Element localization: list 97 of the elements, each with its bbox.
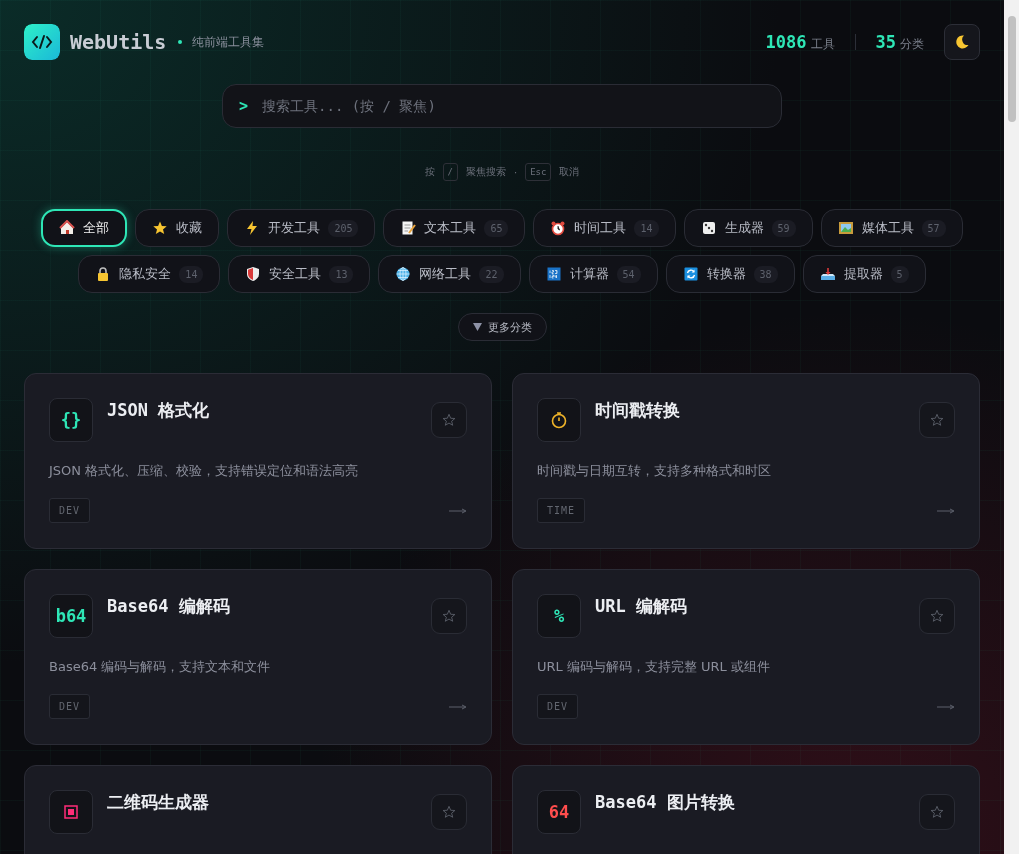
- tool-tag: DEV: [537, 694, 579, 719]
- category-chip[interactable]: 全部: [41, 209, 128, 247]
- number-grid-icon: [545, 266, 562, 282]
- category-chip[interactable]: 隐私安全 14: [78, 255, 221, 293]
- framed-picture-icon: [837, 220, 854, 236]
- count-badge: 38: [753, 265, 778, 283]
- stat-label: 分类: [900, 35, 924, 53]
- count-badge: 14: [179, 265, 204, 283]
- star-icon: [442, 609, 456, 623]
- category-chip[interactable]: 安全工具 13: [228, 255, 371, 293]
- count-badge: 22: [479, 265, 504, 283]
- refresh-icon: [682, 266, 699, 282]
- die-icon: [700, 220, 717, 236]
- caret-icon: [472, 323, 482, 331]
- favorite-button[interactable]: [919, 402, 955, 438]
- globe-icon: [395, 266, 412, 282]
- more-categories-button[interactable]: 更多分类: [457, 313, 547, 341]
- category-chip[interactable]: 开发工具 205: [227, 209, 376, 247]
- tool-description: URL 编码与解码，支持完整 URL 或组件: [537, 658, 771, 676]
- favorite-button[interactable]: [431, 794, 467, 830]
- hint-text: 取消: [559, 165, 580, 179]
- tool-card[interactable]: 时间戳转换 时间戳与日期互转，支持多种格式和时区 TIME: [512, 373, 980, 549]
- count-badge: 59: [771, 219, 796, 237]
- tool-card[interactable]: b64 Base64 编解码 Base64 编码与解码，支持文本和文件 DEV: [24, 569, 492, 745]
- code-icon: %: [537, 594, 581, 638]
- tool-title: 时间戳转换: [595, 399, 681, 422]
- stat-value: 1086: [765, 31, 807, 52]
- category-chip[interactable]: 计算器 54: [528, 255, 658, 293]
- favorite-button[interactable]: [431, 598, 467, 634]
- tool-card[interactable]: 64 Base64 图片转换: [512, 765, 980, 854]
- prompt-symbol: >: [239, 97, 249, 115]
- inbox-tray-icon: [819, 266, 836, 282]
- app-title: WebUtils: [70, 30, 167, 54]
- arrow-icon: [937, 703, 955, 710]
- alarm-clock-icon: [550, 220, 567, 236]
- count-badge: 13: [329, 265, 354, 283]
- shield-icon: [245, 266, 262, 282]
- star-icon: [930, 609, 944, 623]
- scrollbar[interactable]: [1004, 0, 1019, 854]
- count-badge: 57: [921, 219, 946, 237]
- hint-text: 聚焦搜索: [466, 165, 506, 179]
- code-logo-icon: [24, 24, 60, 60]
- star-icon: [442, 413, 456, 427]
- hint-text: ·: [514, 166, 518, 178]
- tool-title: URL 编解码: [595, 595, 688, 618]
- house-icon: [59, 220, 76, 236]
- memo-icon: [400, 220, 417, 236]
- arrow-icon: [937, 507, 955, 514]
- dot-icon: [178, 40, 183, 44]
- category-chip[interactable]: 网络工具 22: [378, 255, 521, 293]
- count-badge: 54: [616, 265, 641, 283]
- code-icon: 64: [537, 790, 581, 834]
- arrow-icon: [449, 507, 467, 514]
- star-icon: [930, 413, 944, 427]
- tool-card[interactable]: {} JSON 格式化 JSON 格式化、压缩、校验，支持错误定位和语法高亮 DEV: [24, 373, 492, 549]
- tool-tag: TIME: [537, 498, 586, 523]
- app-subtitle: 纯前端工具集: [192, 33, 265, 51]
- search-input[interactable]: 搜索工具... (按 / 聚焦): [260, 97, 765, 115]
- favorite-button[interactable]: [919, 598, 955, 634]
- category-chip[interactable]: 转换器 38: [665, 255, 795, 293]
- tool-description: JSON 格式化、压缩、校验，支持错误定位和语法高亮: [49, 462, 360, 480]
- category-chip[interactable]: 收藏: [135, 209, 220, 247]
- tool-card[interactable]: 二维码生成器: [24, 765, 492, 854]
- category-chip[interactable]: 文本工具 65: [383, 209, 526, 247]
- star-icon: [442, 805, 456, 819]
- stat-label: 工具: [810, 35, 835, 53]
- tool-description: Base64 编码与解码，支持文本和文件: [49, 658, 272, 676]
- favorite-button[interactable]: [431, 402, 467, 438]
- search-field[interactable]: > 搜索工具... (按 / 聚焦): [222, 84, 782, 128]
- hint-text: 按: [424, 165, 435, 179]
- count-badge: 14: [634, 219, 659, 237]
- key-hint: Esc: [525, 163, 552, 181]
- tool-title: JSON 格式化: [107, 399, 211, 422]
- star-icon: [152, 220, 169, 236]
- tool-title: 二维码生成器: [107, 791, 210, 814]
- moon-icon: [954, 34, 970, 50]
- category-chip[interactable]: 媒体工具 57: [820, 209, 963, 247]
- theme-toggle-button[interactable]: [944, 24, 980, 60]
- count-badge: 65: [484, 219, 509, 237]
- category-chip[interactable]: 时间工具 14: [533, 209, 676, 247]
- count-badge: 5: [890, 265, 909, 283]
- favorite-button[interactable]: [919, 794, 955, 830]
- stat-value: 35: [875, 31, 896, 52]
- code-icon: b64: [49, 594, 93, 638]
- category-chip[interactable]: 生成器 59: [683, 209, 813, 247]
- key-hint: /: [442, 163, 458, 181]
- count-badge: 205: [328, 219, 359, 237]
- star-icon: [930, 805, 944, 819]
- category-chip[interactable]: 提取器 5: [802, 255, 926, 293]
- tool-title: Base64 编解码: [107, 595, 231, 618]
- tool-tag: DEV: [49, 694, 91, 719]
- tool-title: Base64 图片转换: [595, 791, 736, 814]
- code-icon: {}: [49, 398, 93, 442]
- tool-tag: DEV: [49, 498, 91, 523]
- arrow-icon: [449, 703, 467, 710]
- tool-description: 时间戳与日期互转，支持多种格式和时区: [537, 462, 772, 480]
- tool-card[interactable]: % URL 编解码 URL 编码与解码，支持完整 URL 或组件 DEV: [512, 569, 980, 745]
